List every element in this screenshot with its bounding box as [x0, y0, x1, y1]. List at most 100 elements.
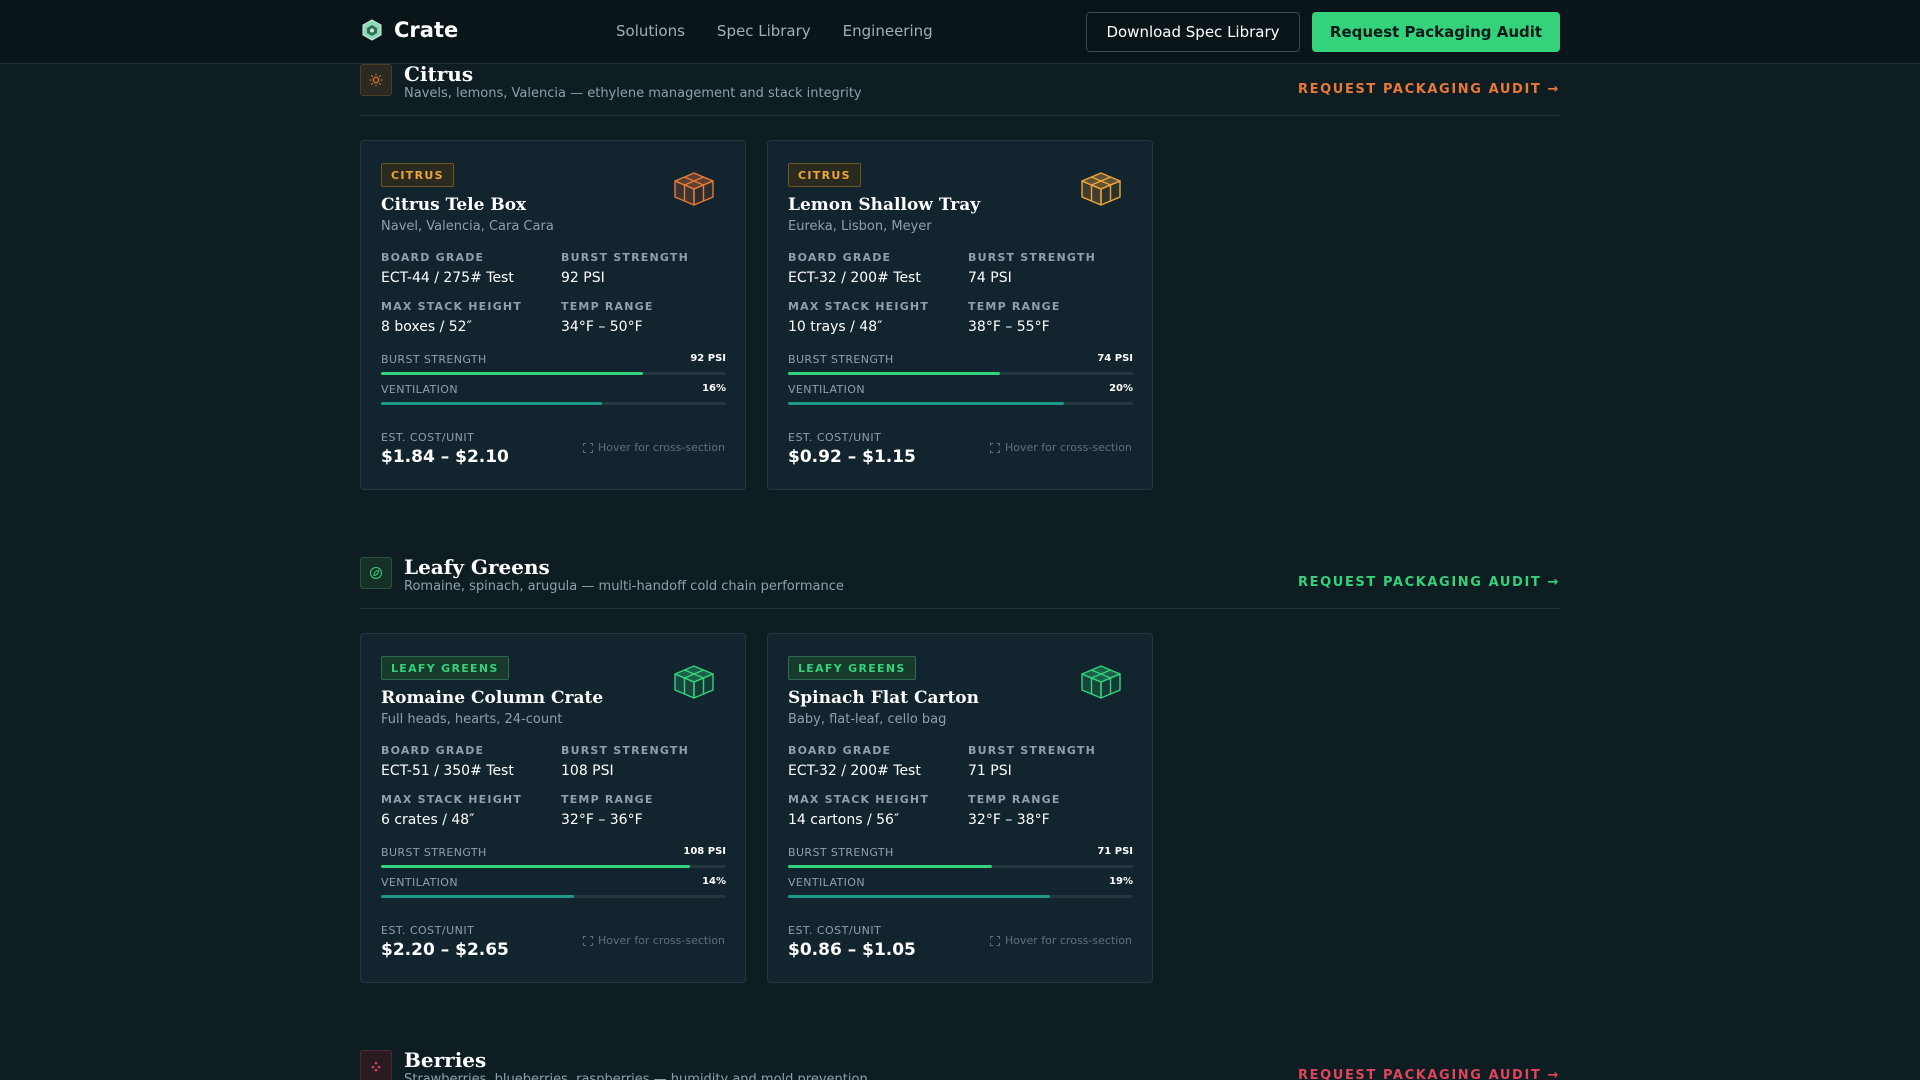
meter-value: 108 PSI — [683, 846, 726, 857]
box-icon — [674, 172, 714, 206]
product-name: Spinach Flat Carton — [788, 688, 979, 708]
meter-track — [381, 895, 726, 898]
cost-label: EST. COST/UNIT — [381, 431, 475, 444]
product-variety: Full heads, hearts, 24-count — [381, 712, 563, 727]
spec-temp-range: TEMP RANGE 34°F – 50°F — [561, 300, 731, 335]
spec-temp-range: TEMP RANGE 32°F – 36°F — [561, 793, 731, 828]
brand[interactable]: Crate — [362, 18, 458, 42]
meter-fill — [381, 865, 690, 868]
spec-max-stack-height: MAX STACK HEIGHT 6 crates / 48″ — [381, 793, 551, 828]
expand-icon — [989, 442, 1000, 453]
spec-burst-strength: BURST STRENGTH 108 PSI — [561, 744, 731, 779]
meter-label: VENTILATION — [381, 383, 458, 396]
download-spec-library-button[interactable]: Download Spec Library — [1086, 12, 1300, 52]
spec-value: 92 PSI — [561, 270, 605, 286]
spec-label: BOARD GRADE — [381, 251, 485, 264]
meter-track — [788, 402, 1133, 405]
cross-section-hint[interactable]: Hover for cross-section — [989, 934, 1132, 947]
box-icon — [674, 665, 714, 699]
product-card[interactable]: LEAFY GREENS Spinach Flat Carton Baby, f… — [767, 633, 1153, 983]
card-grid: LEAFY GREENS Romaine Column Crate Full h… — [360, 633, 1560, 983]
spec-label: TEMP RANGE — [968, 793, 1061, 806]
nav-inner: Crate Solutions Spec Library Engineering… — [360, 0, 1560, 64]
nav-link-engineering[interactable]: Engineering — [843, 22, 933, 40]
meter-track — [381, 372, 726, 375]
spec-label: MAX STACK HEIGHT — [788, 793, 930, 806]
top-nav: Crate Solutions Spec Library Engineering… — [0, 0, 1920, 64]
section-audit-link-label: REQUEST PACKAGING AUDIT — [1298, 575, 1542, 590]
spec-label: BOARD GRADE — [381, 744, 485, 757]
product-card[interactable]: LEAFY GREENS Romaine Column Crate Full h… — [360, 633, 746, 983]
section-audit-link-label: REQUEST PACKAGING AUDIT — [1298, 82, 1542, 97]
spec-board-grade: BOARD GRADE ECT-32 / 200# Test — [788, 744, 958, 779]
section-title: Citrus — [404, 62, 474, 86]
spec-value: 38°F – 55°F — [968, 319, 1050, 335]
meter-track — [788, 895, 1133, 898]
product-card[interactable]: CITRUS Citrus Tele Box Navel, Valencia, … — [360, 140, 746, 490]
spec-label: BURST STRENGTH — [968, 251, 1097, 264]
spec-burst-strength: BURST STRENGTH 71 PSI — [968, 744, 1138, 779]
section-audit-link[interactable]: REQUEST PACKAGING AUDIT → — [1298, 1068, 1560, 1080]
spec-label: BURST STRENGTH — [561, 251, 690, 264]
spec-label: BURST STRENGTH — [561, 744, 690, 757]
meter-value: 74 PSI — [1097, 353, 1133, 364]
sun-icon — [360, 64, 392, 96]
meter-track — [788, 865, 1133, 868]
burst-strength-meter: BURST STRENGTH 92 PSI — [381, 353, 726, 375]
ventilation-meter: VENTILATION 14% — [381, 876, 726, 898]
category-tag: LEAFY GREENS — [788, 656, 916, 680]
cross-section-hint[interactable]: Hover for cross-section — [582, 934, 725, 947]
nav-links: Solutions Spec Library Engineering — [616, 22, 933, 40]
cost-value: $0.86 – $1.05 — [788, 940, 916, 960]
meter-value: 92 PSI — [690, 353, 726, 364]
section-subtitle: Romaine, spinach, arugula — multi-handof… — [404, 579, 844, 594]
cross-section-hint-label: Hover for cross-section — [1004, 441, 1132, 454]
section-subtitle: Strawberries, blueberries, raspberries —… — [404, 1072, 868, 1080]
request-audit-button[interactable]: Request Packaging Audit — [1312, 12, 1560, 52]
meter-track — [381, 402, 726, 405]
spec-burst-strength: BURST STRENGTH 74 PSI — [968, 251, 1138, 286]
ventilation-meter: VENTILATION 16% — [381, 383, 726, 405]
spec-value: 32°F – 38°F — [968, 812, 1050, 828]
crate-logo-icon — [362, 19, 382, 41]
section-subtitle: Navels, lemons, Valencia — ethylene mana… — [404, 86, 862, 101]
meter-value: 20% — [1109, 383, 1133, 394]
box-icon — [1081, 665, 1121, 699]
nav-link-solutions[interactable]: Solutions — [616, 22, 685, 40]
berry-icon — [360, 1050, 392, 1080]
spec-label: TEMP RANGE — [561, 300, 654, 313]
section-audit-link[interactable]: REQUEST PACKAGING AUDIT → — [1298, 575, 1560, 590]
product-card[interactable]: CITRUS Lemon Shallow Tray Eureka, Lisbon… — [767, 140, 1153, 490]
leaf-icon — [360, 557, 392, 589]
cost-label: EST. COST/UNIT — [788, 924, 882, 937]
section-title: Berries — [404, 1048, 487, 1072]
meter-fill — [788, 865, 992, 868]
section-citrus: Citrus Navels, lemons, Valencia — ethyle… — [360, 62, 1560, 490]
meter-fill — [788, 402, 1064, 405]
spec-max-stack-height: MAX STACK HEIGHT 14 cartons / 56″ — [788, 793, 958, 828]
spec-value: 71 PSI — [968, 763, 1012, 779]
cost-value: $2.20 – $2.65 — [381, 940, 509, 960]
section-audit-link[interactable]: REQUEST PACKAGING AUDIT → — [1298, 82, 1560, 97]
meter-track — [381, 865, 726, 868]
burst-strength-meter: BURST STRENGTH 108 PSI — [381, 846, 726, 868]
cost-label: EST. COST/UNIT — [381, 924, 475, 937]
spec-label: MAX STACK HEIGHT — [788, 300, 930, 313]
category-tag: CITRUS — [381, 163, 454, 187]
meter-label: BURST STRENGTH — [788, 846, 894, 859]
spec-temp-range: TEMP RANGE 38°F – 55°F — [968, 300, 1138, 335]
spec-value: ECT-32 / 200# Test — [788, 270, 921, 286]
spec-label: BOARD GRADE — [788, 744, 892, 757]
meter-fill — [381, 402, 602, 405]
nav-link-spec-library[interactable]: Spec Library — [717, 22, 811, 40]
product-variety: Eureka, Lisbon, Meyer — [788, 219, 932, 234]
cross-section-hint[interactable]: Hover for cross-section — [989, 441, 1132, 454]
cross-section-hint[interactable]: Hover for cross-section — [582, 441, 725, 454]
meter-fill — [381, 895, 575, 898]
meter-label: VENTILATION — [788, 876, 865, 889]
box-icon — [1081, 172, 1121, 206]
product-name: Romaine Column Crate — [381, 688, 604, 708]
brand-name: Crate — [394, 18, 459, 42]
section-leafy-greens: Leafy Greens Romaine, spinach, arugula —… — [360, 555, 1560, 983]
spec-label: MAX STACK HEIGHT — [381, 793, 523, 806]
